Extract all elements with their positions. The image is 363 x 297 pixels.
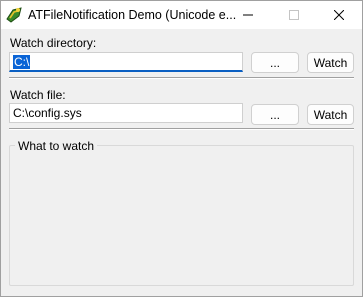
what-to-watch-label: What to watch <box>15 139 98 153</box>
separator <box>9 128 354 130</box>
watch-directory-input[interactable]: C:\ <box>9 52 243 72</box>
minimize-button[interactable] <box>225 1 271 29</box>
maximize-icon <box>289 10 299 20</box>
window-title: ATFileNotification Demo (Unicode e... <box>28 8 237 22</box>
browse-file-button[interactable]: ... <box>251 104 299 125</box>
close-icon <box>334 10 344 20</box>
app-icon <box>6 7 22 23</box>
watch-directory-value: C:\ <box>13 55 31 69</box>
what-to-watch-group <box>9 145 354 286</box>
minimize-icon <box>243 14 253 16</box>
watch-file-input[interactable]: C:\config.sys <box>9 103 243 123</box>
maximize-button[interactable] <box>271 1 317 29</box>
watch-file-label: Watch file: <box>10 88 66 102</box>
title-bar[interactable]: ATFileNotification Demo (Unicode e... <box>1 1 362 29</box>
watch-directory-label: Watch directory: <box>10 36 97 50</box>
close-button[interactable] <box>316 1 362 29</box>
separator <box>9 77 354 79</box>
app-window: ATFileNotification Demo (Unicode e... Wa… <box>0 0 363 297</box>
watch-directory-button[interactable]: Watch <box>307 52 354 73</box>
browse-directory-button[interactable]: ... <box>251 52 299 73</box>
watch-file-button[interactable]: Watch <box>307 104 354 125</box>
